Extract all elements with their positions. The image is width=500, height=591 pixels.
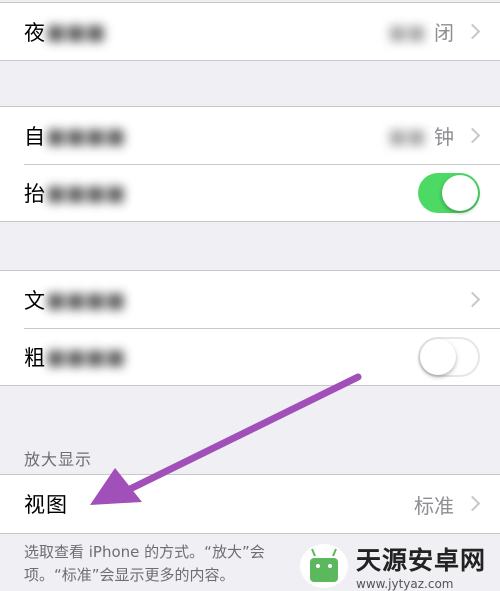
watermark-url: www.jytyaz.com [356, 576, 454, 591]
site-watermark: 天源安卓网 www.jytyaz.com [300, 540, 500, 591]
arrow-annotation-icon [90, 373, 362, 505]
watermark-text: 天源安卓网 www.jytyaz.com [356, 541, 486, 591]
settings-page: 夜 ■■■ ■■ 闭 自 ■■■■ ■■ 钟 抬 ■■■■ 文 ■■■■ 粗 ■… [0, 0, 500, 591]
watermark-title: 天源安卓网 [356, 545, 487, 575]
site-logo-icon [300, 543, 348, 588]
